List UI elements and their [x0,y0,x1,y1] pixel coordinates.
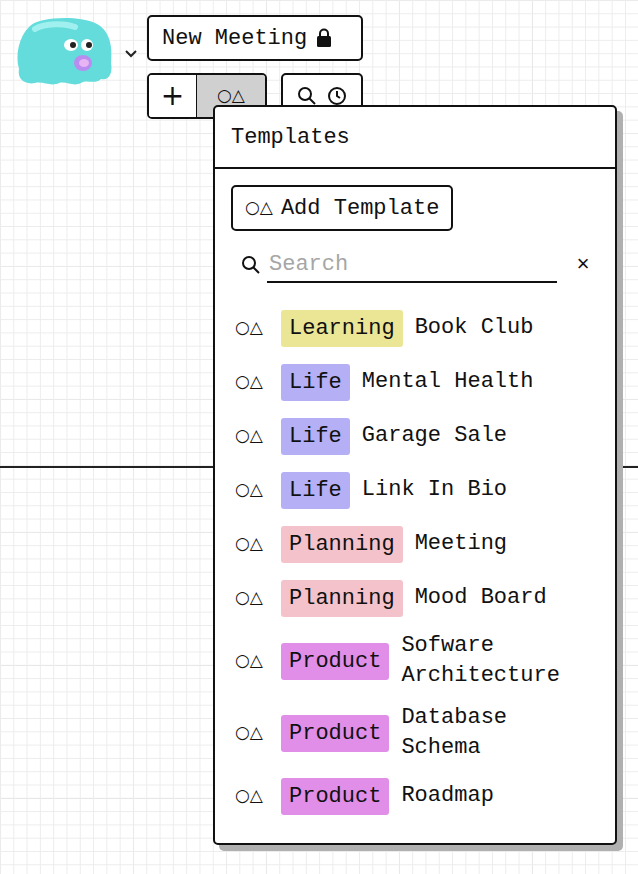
template-item[interactable]: ○△ Life Mental Health [231,355,599,409]
popup-header: Templates [215,107,615,169]
search-input[interactable] [267,247,557,283]
category-tag: Product [281,643,389,680]
clock-icon [327,86,347,106]
template-item[interactable]: ○△ Product Roadmap [231,769,599,823]
shapes-icon: ○△ [231,648,271,674]
category-tag: Product [281,778,389,815]
chevron-down-icon[interactable] [123,45,139,61]
template-item[interactable]: ○△ Life Garage Sale [231,409,599,463]
category-tag: Learning [281,310,403,347]
shapes-icon: ○△ [231,369,271,395]
template-name: Database Schema [401,703,573,763]
category-tag: Life [281,472,350,509]
template-item[interactable]: ○△ Learning Book Club [231,301,599,355]
category-tag: Planning [281,526,403,563]
template-name: Link In Bio [362,475,507,505]
category-tag: Product [281,715,389,752]
template-item[interactable]: ○△ Product Sofware Architecture [231,625,599,697]
template-item[interactable]: ○△ Planning Meeting [231,517,599,571]
template-name: Garage Sale [362,421,507,451]
search-icon [297,86,317,106]
tool-button[interactable]: + [149,75,197,117]
search-row: × [231,247,599,283]
shapes-icon: ○△ [231,783,271,809]
template-item[interactable]: ○△ Life Link In Bio [231,463,599,517]
shapes-icon: ○△ [231,315,271,341]
category-tag: Planning [281,580,403,617]
template-item[interactable]: ○△ Product Database Schema [231,697,599,769]
template-name: Book Club [415,313,534,343]
meeting-title-button[interactable]: New Meeting [147,15,363,61]
clear-search-button[interactable]: × [571,249,595,282]
shapes-icon: ○△ [231,720,271,746]
popup-title: Templates [231,121,350,154]
search-icon [241,255,261,275]
template-item[interactable]: ○△ Planning Mood Board [231,571,599,625]
meeting-controls: New Meeting+○△ [147,15,363,119]
template-name: Sofware Architecture [401,631,573,691]
shapes-icon: ○△ [231,477,271,503]
template-list: ○△LearningBook Club○△LifeMental Health○△… [231,301,599,823]
shapes-icon: ○△ [231,585,271,611]
meeting-title: New Meeting [162,22,307,55]
avatar-icon[interactable] [15,15,115,87]
category-tag: Life [281,364,350,401]
template-name: Mood Board [415,583,547,613]
lock-icon [315,28,333,48]
add-template-button[interactable]: ○△ Add Template [231,185,453,231]
category-tag: Life [281,418,350,455]
add-template-label: Add Template [281,192,439,225]
shapes-icon: ○△ [231,423,271,449]
shapes-icon: ○△ [245,195,273,221]
tool-label: + [161,75,184,117]
popup-body: ○△ Add Template × ○△ Learning Book Club ○△ Life… [215,169,615,823]
template-name: Mental Health [362,367,534,397]
top-toolbar: New Meeting+○△ [15,15,363,119]
shapes-icon: ○△ [231,531,271,557]
template-name: Meeting [415,529,507,559]
templates-popup: Templates ○△ Add Template × ○△ Learning Book C… [213,105,617,845]
template-name: Roadmap [401,781,493,811]
